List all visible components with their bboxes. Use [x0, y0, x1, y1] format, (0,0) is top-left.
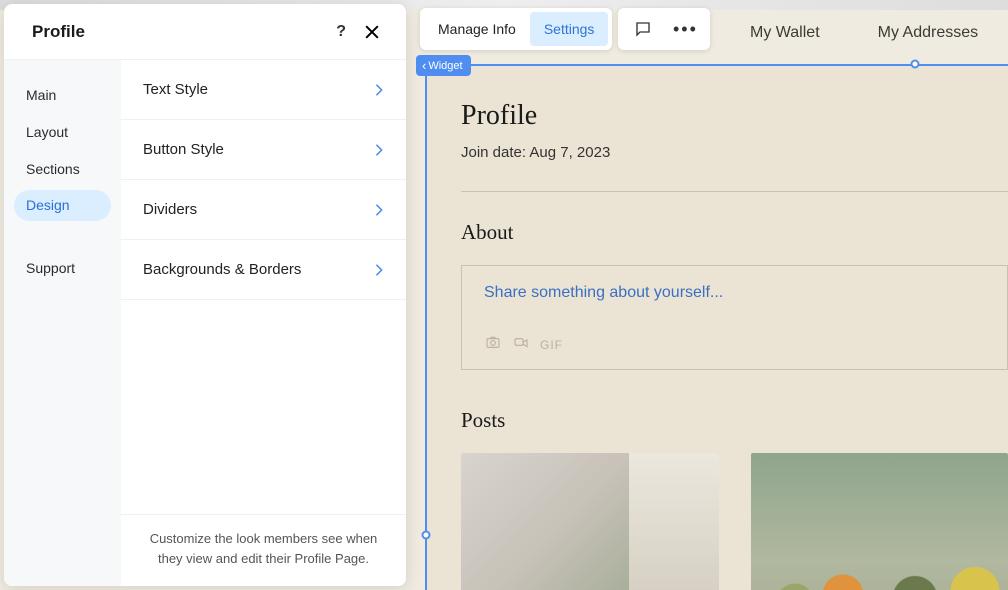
option-dividers[interactable]: Dividers: [121, 180, 406, 240]
panel-header: Profile ?: [4, 4, 406, 60]
option-button-style[interactable]: Button Style: [121, 120, 406, 180]
option-text-style[interactable]: Text Style: [121, 60, 406, 120]
option-label: Dividers: [143, 201, 197, 218]
selection-handle[interactable]: [911, 60, 920, 69]
panel-nav: Main Layout Sections Design Support: [4, 60, 121, 586]
selection-handle[interactable]: [422, 531, 431, 540]
chevron-right-icon: [374, 143, 384, 157]
option-label: Backgrounds & Borders: [143, 261, 301, 278]
help-icon[interactable]: ?: [336, 23, 346, 41]
nav-item-main[interactable]: Main: [14, 80, 111, 111]
option-label: Text Style: [143, 81, 208, 98]
toolbar-group-main: Manage Info Settings: [420, 8, 612, 50]
more-icon[interactable]: •••: [664, 20, 706, 38]
close-icon[interactable]: [362, 22, 382, 42]
nav-item-design[interactable]: Design: [14, 190, 111, 221]
option-label: Button Style: [143, 141, 224, 158]
settings-button[interactable]: Settings: [530, 12, 609, 46]
panel-title: Profile: [32, 22, 85, 42]
tab-my-wallet[interactable]: My Wallet: [750, 24, 820, 42]
widget-toolbar: Manage Info Settings •••: [420, 8, 710, 50]
panel-footer-text: Customize the look members see when they…: [121, 514, 406, 586]
manage-info-button[interactable]: Manage Info: [424, 12, 530, 46]
panel-options: Text Style Button Style Dividers Backgro…: [121, 60, 406, 586]
nav-item-support[interactable]: Support: [14, 253, 111, 284]
tab-my-addresses[interactable]: My Addresses: [878, 24, 978, 42]
widget-selection-tag[interactable]: Widget: [416, 55, 471, 76]
profile-subtabs: My Wallet My Addresses: [690, 8, 1008, 58]
chat-icon[interactable]: [622, 20, 664, 38]
design-panel: Profile ? Main Layout Sections Design Su…: [4, 4, 406, 586]
chevron-right-icon: [374, 83, 384, 97]
widget-selection-outline: [425, 64, 1008, 590]
nav-item-layout[interactable]: Layout: [14, 117, 111, 148]
chevron-right-icon: [374, 263, 384, 277]
nav-item-sections[interactable]: Sections: [14, 154, 111, 185]
option-backgrounds-borders[interactable]: Backgrounds & Borders: [121, 240, 406, 300]
toolbar-group-icons: •••: [618, 8, 710, 50]
chevron-right-icon: [374, 203, 384, 217]
